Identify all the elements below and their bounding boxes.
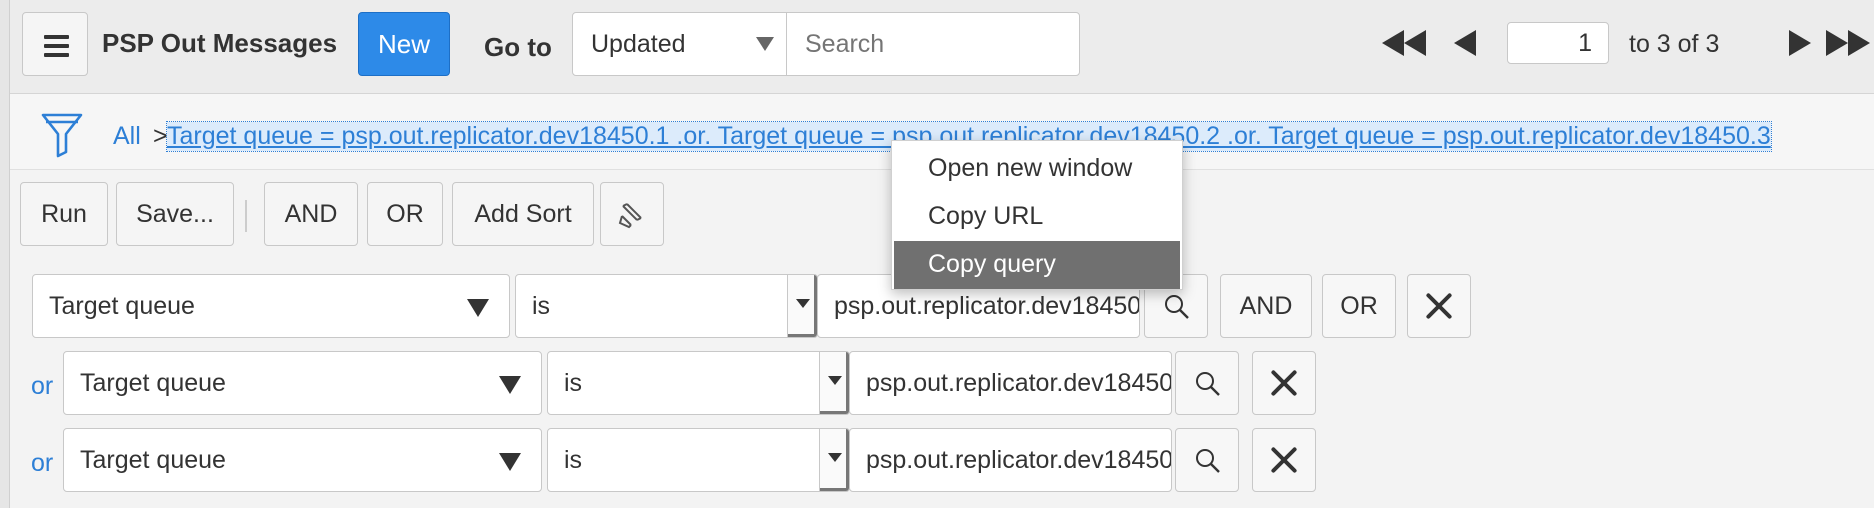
search-icon — [1196, 372, 1220, 396]
field-select-value: Target queue — [49, 292, 195, 320]
caret-down-icon — [499, 453, 521, 471]
left-edge — [0, 0, 10, 508]
context-menu: Open new window Copy URL Copy query — [891, 140, 1183, 290]
caret-down-icon — [828, 453, 842, 462]
goto-select-value: Updated — [591, 30, 686, 58]
operator-select-value: is — [564, 369, 583, 397]
page-number-input[interactable] — [1507, 22, 1609, 64]
caret-down-icon — [756, 37, 774, 51]
operator-select[interactable]: is — [547, 351, 850, 415]
search-icon — [1196, 449, 1220, 473]
menu-button[interactable] — [22, 12, 88, 76]
next-page-icon[interactable] — [1789, 30, 1811, 56]
toolbar-divider — [245, 200, 247, 232]
breadcrumb-all-link[interactable]: All — [113, 122, 141, 151]
search-icon — [1165, 295, 1189, 319]
remove-icon — [1424, 291, 1454, 321]
last-page-icon[interactable] — [1826, 30, 1870, 56]
breadcrumb-separator: > — [153, 122, 168, 150]
clear-filter-icon — [618, 203, 642, 229]
page-count-label: to 3 of 3 — [1629, 30, 1720, 58]
header-bar: PSP Out Messages New Go to Updated to 3 … — [10, 0, 1874, 94]
value-input[interactable]: psp.out.replicator.dev18450.2 — [849, 351, 1172, 415]
search-input[interactable] — [786, 12, 1080, 76]
first-page-icon[interactable] — [1382, 30, 1426, 56]
field-select-value: Target queue — [80, 446, 226, 474]
goto-label: Go to — [484, 32, 552, 62]
field-select[interactable]: Target queue — [63, 351, 542, 415]
lookup-button[interactable] — [1175, 428, 1239, 492]
context-menu-open-new-window[interactable]: Open new window — [892, 145, 1182, 193]
remove-icon — [1269, 368, 1299, 398]
save-button[interactable]: Save... — [116, 182, 234, 246]
prev-page-icon[interactable] — [1454, 30, 1476, 56]
clear-filter-button[interactable] — [600, 182, 664, 246]
operator-dropdown-handle[interactable] — [787, 275, 817, 337]
remove-condition-button[interactable] — [1407, 274, 1471, 338]
page-title: PSP Out Messages — [102, 28, 338, 58]
context-menu-copy-url[interactable]: Copy URL — [892, 193, 1182, 241]
and-button[interactable]: AND — [264, 182, 358, 246]
field-select[interactable]: Target queue — [32, 274, 510, 338]
row-and-button[interactable]: AND — [1220, 274, 1312, 338]
operator-select-value: is — [532, 292, 551, 320]
condition-or-label: or — [31, 449, 54, 477]
filter-icon[interactable] — [40, 112, 84, 158]
operator-dropdown-handle[interactable] — [819, 352, 849, 414]
value-input[interactable]: psp.out.replicator.dev18450.3 — [849, 428, 1172, 492]
goto-select[interactable]: Updated — [572, 12, 787, 76]
value-input-text: psp.out.replicator.dev18450.2 — [866, 369, 1172, 397]
condition-or-label: or — [31, 372, 54, 400]
or-button[interactable]: OR — [367, 182, 443, 246]
caret-down-icon — [796, 299, 810, 308]
value-input-text: psp.out.replicator.dev18450.1 — [834, 292, 1140, 320]
operator-select-value: is — [564, 446, 583, 474]
remove-condition-button[interactable] — [1252, 428, 1316, 492]
remove-condition-button[interactable] — [1252, 351, 1316, 415]
field-select[interactable]: Target queue — [63, 428, 542, 492]
run-button[interactable]: Run — [20, 182, 108, 246]
operator-select[interactable]: is — [547, 428, 850, 492]
lookup-button[interactable] — [1175, 351, 1239, 415]
add-sort-button[interactable]: Add Sort — [452, 182, 594, 246]
condition-list: Target queue is psp.out.replicator.dev18… — [10, 260, 1874, 508]
context-menu-copy-query[interactable]: Copy query — [894, 241, 1180, 289]
field-select-value: Target queue — [80, 369, 226, 397]
row-or-button[interactable]: OR — [1322, 274, 1396, 338]
caret-down-icon — [828, 376, 842, 385]
operator-select[interactable]: is — [515, 274, 818, 338]
caret-down-icon — [467, 299, 489, 317]
operator-dropdown-handle[interactable] — [819, 429, 849, 491]
caret-down-icon — [499, 376, 521, 394]
value-input-text: psp.out.replicator.dev18450.3 — [866, 446, 1172, 474]
new-button[interactable]: New — [358, 12, 450, 76]
remove-icon — [1269, 445, 1299, 475]
